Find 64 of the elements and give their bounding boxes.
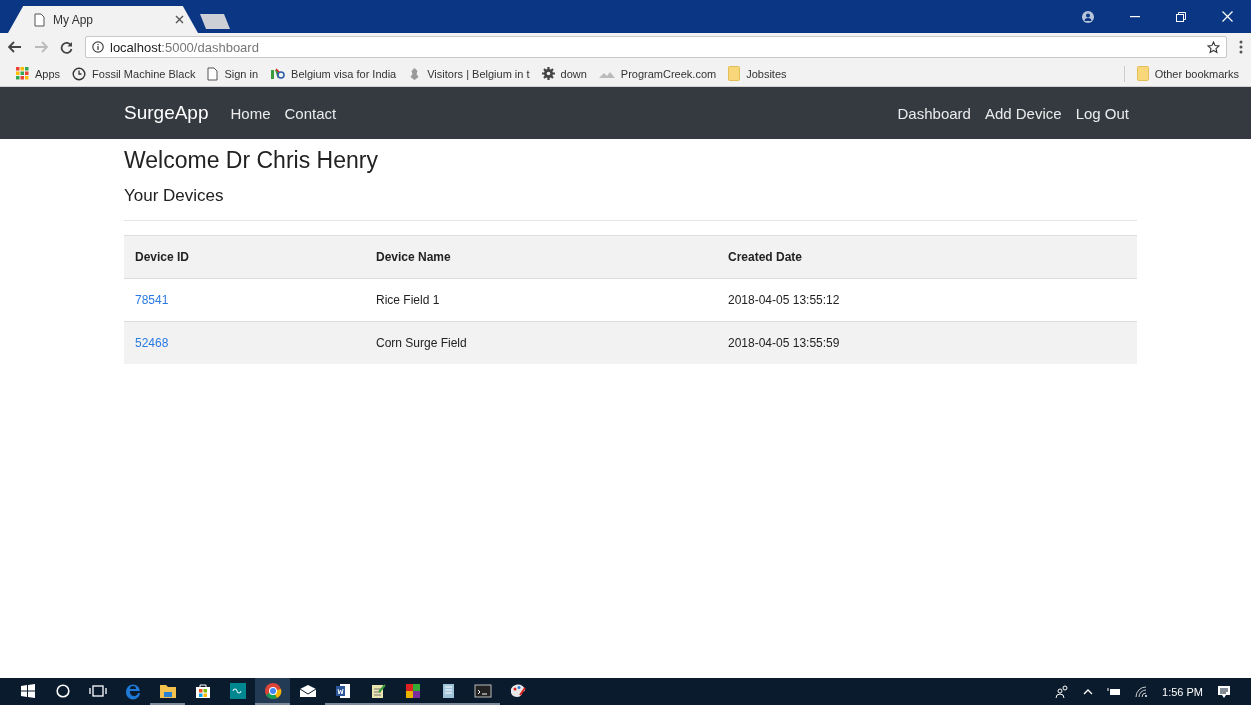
logo-icon [270, 67, 286, 80]
close-icon[interactable] [175, 15, 184, 24]
page-icon [207, 66, 219, 81]
palette-icon [508, 682, 527, 699]
table-cell: Corn Surge Field [365, 321, 717, 364]
nav-link[interactable]: Add Device [984, 104, 1062, 122]
nav-link[interactable]: Home [230, 104, 271, 122]
reload-icon[interactable] [60, 40, 73, 54]
url-text: localhost:5000/dashboard [110, 39, 260, 55]
column-header: Created Date [717, 235, 1137, 279]
nav-link[interactable]: Dashboard [897, 104, 971, 122]
menu-icon[interactable] [1239, 40, 1243, 54]
device-link[interactable]: 52468 [135, 336, 169, 350]
bookmark[interactable]: down [541, 67, 587, 80]
bookmark[interactable]: Jobsites [728, 66, 787, 81]
notepad-icon [369, 682, 386, 699]
bag-icon [194, 682, 211, 699]
back-icon[interactable] [8, 41, 22, 53]
browser-tab[interactable]: My App [8, 6, 198, 33]
new-tab-button[interactable] [200, 14, 230, 29]
profile-icon[interactable] [1082, 10, 1094, 23]
page-icon [34, 12, 45, 27]
folder-icon [158, 682, 177, 699]
brand-link[interactable]: SurgeApp [124, 102, 209, 124]
apps-grid-icon [16, 67, 29, 80]
minimize-icon[interactable] [1130, 15, 1140, 18]
bookmark[interactable]: ProgramCreek.com [598, 67, 717, 80]
nav-link[interactable]: Contact [284, 104, 337, 122]
battery-icon[interactable] [1107, 687, 1122, 696]
table-cell: 2018-04-05 13:55:59 [717, 321, 1137, 364]
envelope-icon [298, 683, 317, 698]
windows-icon [20, 683, 35, 698]
device-link[interactable]: 78541 [135, 293, 169, 307]
terminal-icon [473, 683, 492, 698]
column-header: Device ID [124, 235, 365, 279]
star-icon[interactable] [1207, 40, 1220, 54]
section-heading: Your Devices [124, 186, 225, 206]
tiles-icon [404, 682, 421, 699]
nav-link[interactable]: Log Out [1075, 104, 1129, 122]
chevron-up-icon[interactable] [1083, 688, 1094, 695]
chrome-icon [263, 681, 282, 700]
bookmark[interactable]: Visitors | Belgium in t [408, 66, 530, 81]
search-icon [55, 683, 70, 698]
clock-icon [72, 66, 87, 81]
bookmark[interactable]: Apps [16, 67, 61, 80]
bookmark-folder[interactable]: Other bookmarks [1136, 66, 1239, 81]
people-icon[interactable] [1055, 685, 1070, 698]
taskbar-app[interactable] [255, 678, 290, 705]
address-bar[interactable]: localhost:5000/dashboard [85, 36, 1227, 58]
bookmark[interactable]: Fossil Machine Black [72, 66, 196, 81]
wifi-icon[interactable] [1135, 686, 1149, 697]
bookmark[interactable]: Belgium visa for India [270, 67, 397, 80]
folder-icon [1136, 66, 1149, 81]
bookmark[interactable]: Sign in [207, 66, 259, 81]
gear-icon [541, 67, 555, 80]
clock-text[interactable]: 1:56 PM [1162, 685, 1203, 698]
page-heading: Welcome Dr Chris Henry [124, 147, 379, 174]
task-view-icon [88, 684, 107, 697]
document-icon [334, 682, 351, 699]
notification-icon[interactable] [1217, 684, 1231, 699]
restore-icon[interactable] [1176, 11, 1186, 22]
folder-icon [728, 66, 741, 81]
column-header: Device Name [365, 235, 717, 279]
info-icon[interactable] [92, 41, 104, 53]
